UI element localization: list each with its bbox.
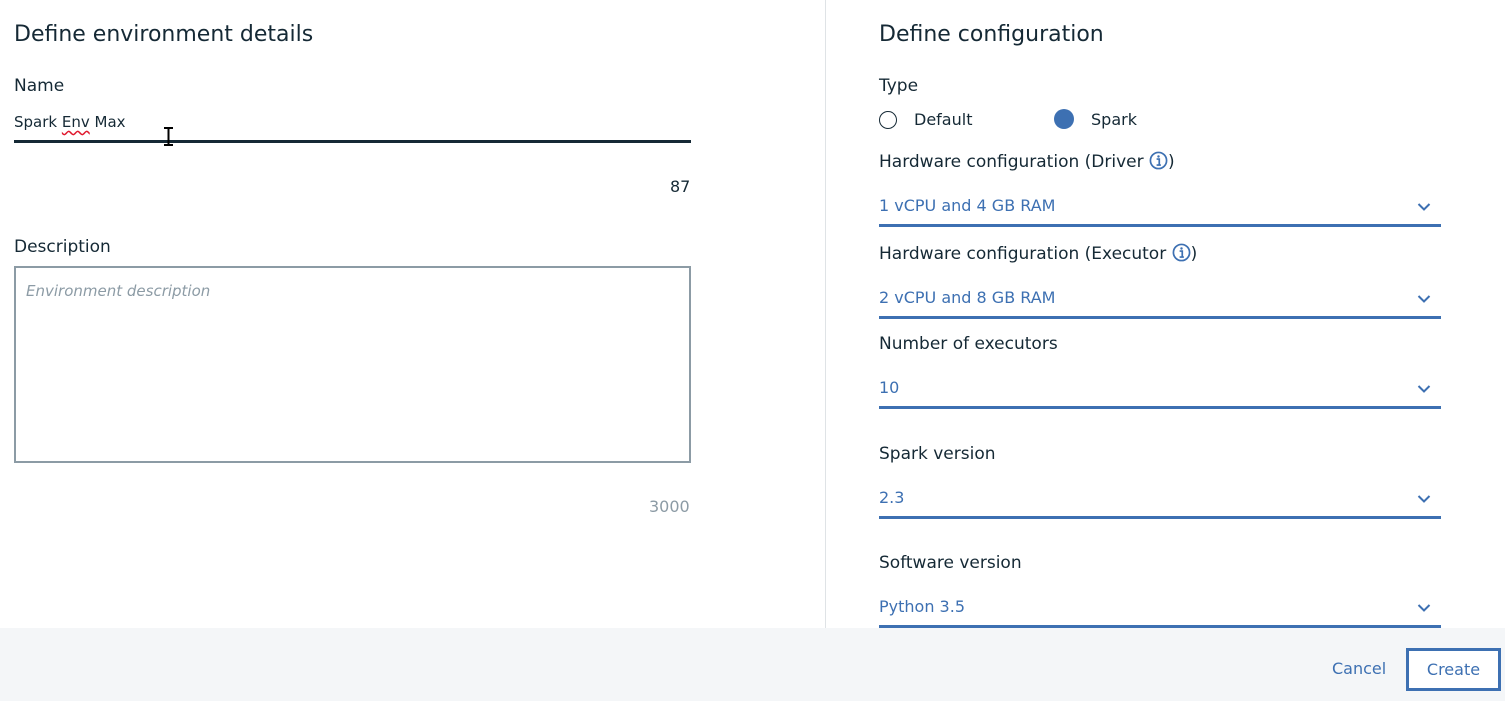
spark-version-label: Spark version [879, 444, 996, 464]
name-input-underline [14, 140, 691, 143]
driver-label: Hardware configuration (Driver ) [879, 151, 1175, 172]
driver-select-value: 1 vCPU and 4 GB RAM [879, 196, 1056, 215]
radio-spark-circle[interactable] [1054, 109, 1074, 129]
software-version-select[interactable]: Python 3.5 [879, 595, 1441, 628]
driver-select[interactable]: 1 vCPU and 4 GB RAM [879, 194, 1441, 227]
footer-bar [0, 628, 1505, 701]
config-heading: Define configuration [879, 22, 1104, 47]
description-char-counter: 3000 [649, 497, 690, 516]
executors-count-select[interactable]: 10 [879, 376, 1441, 409]
name-input[interactable]: Spark Env Max [14, 113, 126, 131]
executors-count-value: 10 [879, 378, 900, 397]
type-label: Type [879, 76, 919, 96]
chevron-down-icon [1417, 604, 1431, 612]
details-heading: Define environment details [14, 22, 314, 47]
text-cursor-icon [164, 127, 173, 146]
executors-count-label: Number of executors [879, 334, 1058, 354]
driver-label-close: ) [1168, 152, 1175, 172]
executor-select-value: 2 vCPU and 8 GB RAM [879, 288, 1056, 307]
chevron-down-icon [1417, 495, 1431, 503]
executor-label: Hardware configuration (Executor ) [879, 243, 1197, 264]
description-placeholder: Environment description [26, 282, 211, 300]
chevron-down-icon [1417, 203, 1431, 211]
cancel-button[interactable]: Cancel [1320, 650, 1398, 686]
chevron-down-icon [1417, 295, 1431, 303]
radio-default-circle[interactable] [879, 111, 897, 129]
executor-label-text: Hardware configuration (Executor [879, 244, 1167, 264]
software-version-value: Python 3.5 [879, 597, 965, 616]
chevron-down-icon [1417, 385, 1431, 393]
name-value-part2: Max [89, 113, 126, 131]
name-char-counter: 87 [670, 177, 691, 196]
type-radio-spark[interactable]: Spark [1054, 109, 1137, 129]
radio-default-label: Default [914, 109, 973, 129]
info-icon[interactable] [1172, 243, 1191, 262]
radio-spark-label: Spark [1091, 109, 1137, 129]
name-value-misspelled: Env [61, 113, 90, 131]
driver-label-text: Hardware configuration (Driver [879, 152, 1144, 172]
environment-details-panel: Define environment details Name Spark En… [0, 0, 825, 628]
info-icon[interactable] [1149, 151, 1168, 170]
description-label: Description [14, 237, 111, 257]
name-label: Name [14, 76, 65, 96]
spark-version-select[interactable]: 2.3 [879, 486, 1441, 519]
spark-version-value: 2.3 [879, 488, 905, 507]
software-version-label: Software version [879, 553, 1022, 573]
executor-select[interactable]: 2 vCPU and 8 GB RAM [879, 286, 1441, 319]
create-button[interactable]: Create [1406, 648, 1501, 691]
executor-label-close: ) [1190, 244, 1198, 264]
configuration-panel: Define configuration Type Default Spark … [826, 0, 1505, 628]
description-textarea[interactable]: Environment description [14, 266, 691, 463]
name-value-part1: Spark [14, 113, 62, 131]
type-radio-default[interactable]: Default [879, 109, 972, 129]
